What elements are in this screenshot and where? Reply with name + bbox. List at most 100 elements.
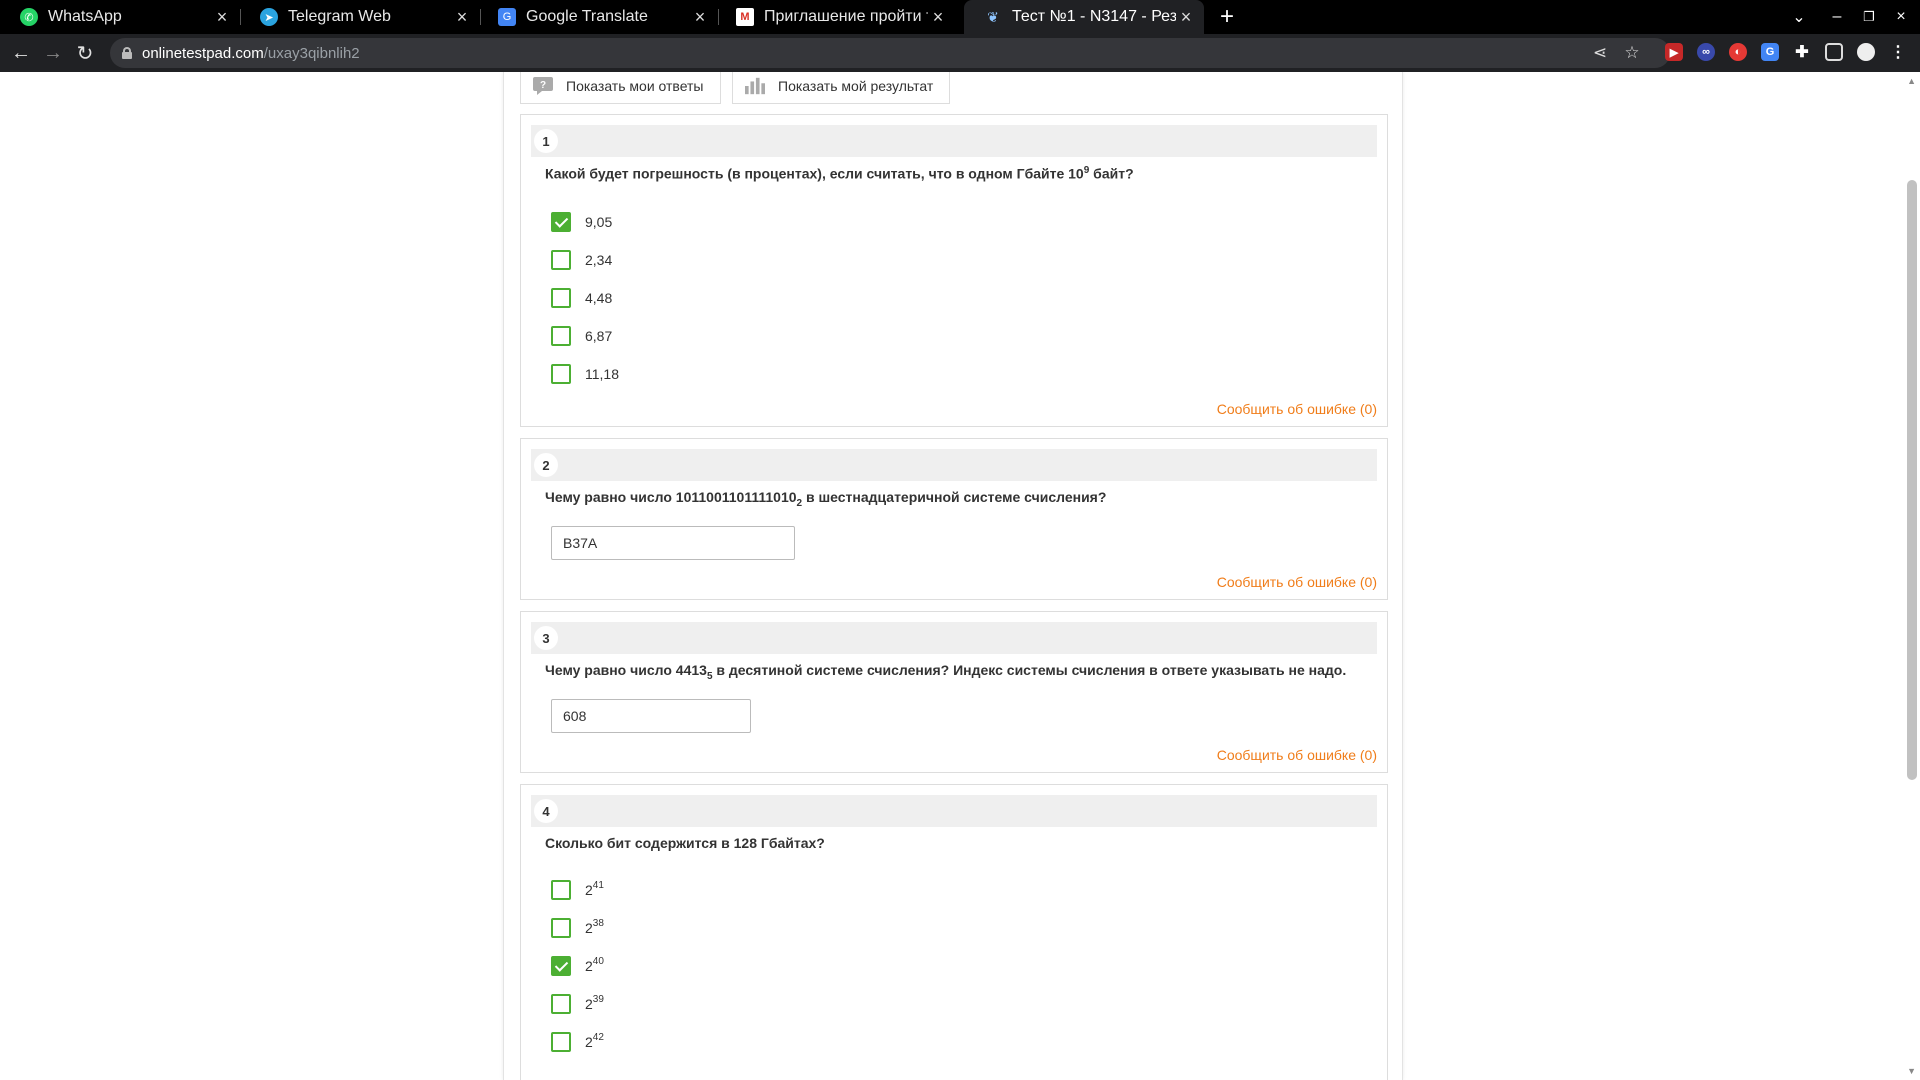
restore-icon[interactable]: ❐ bbox=[1856, 4, 1882, 30]
minimize-icon[interactable]: – bbox=[1824, 4, 1850, 30]
option-exponent: 39 bbox=[592, 993, 604, 1005]
question-1: 1 Какой будет погрешность (в процентах),… bbox=[520, 114, 1388, 427]
test-content: ? Показать мои ответы Показать мой резул… bbox=[503, 72, 1403, 1080]
answer-option[interactable]: 2 38 bbox=[551, 918, 604, 938]
url-path: /uxay3qibnlih2 bbox=[263, 44, 360, 62]
checkbox[interactable] bbox=[551, 288, 571, 308]
option-exponent: 38 bbox=[592, 917, 604, 929]
answer-option[interactable]: 2 40 bbox=[551, 956, 604, 976]
onlinetestpad-icon: ❦ bbox=[987, 8, 999, 25]
checkbox[interactable] bbox=[551, 918, 571, 938]
option-exponent: 41 bbox=[592, 879, 604, 891]
question-text: Чему равно число 44135 в десятиной систе… bbox=[545, 662, 1347, 682]
tab-whatsapp[interactable]: ✆ WhatsApp × bbox=[0, 0, 240, 34]
new-tab-button[interactable]: + bbox=[1213, 3, 1241, 31]
option-label: 4,48 bbox=[585, 290, 613, 306]
checkbox-checked[interactable] bbox=[551, 956, 571, 976]
tab-title: Приглашение пройти те bbox=[764, 8, 928, 25]
question-text: Сколько бит содержится в 128 Гбайтах? bbox=[545, 835, 825, 851]
option-exponent: 42 bbox=[592, 1031, 604, 1043]
extension-translate-icon[interactable]: G bbox=[1761, 43, 1779, 61]
bookmark-star-icon[interactable]: ☆ bbox=[1620, 42, 1644, 64]
answer-field[interactable] bbox=[551, 526, 795, 560]
menu-icon[interactable]: ⋮ bbox=[1889, 43, 1907, 61]
question-number: 3 bbox=[534, 626, 558, 650]
show-result-label: Показать мой результат bbox=[778, 77, 934, 94]
extension-red-icon[interactable]: ▶ bbox=[1665, 43, 1683, 61]
answer-option[interactable]: 11,18 bbox=[551, 364, 619, 384]
option-label: 6,87 bbox=[585, 328, 613, 344]
reload-icon[interactable]: ↻ bbox=[72, 40, 98, 66]
tab-test-result[interactable]: ❦ Тест №1 - N3147 - Резуль × bbox=[964, 0, 1204, 34]
answer-option[interactable]: 6,87 bbox=[551, 326, 612, 346]
checkbox[interactable] bbox=[551, 994, 571, 1014]
lock-icon bbox=[122, 47, 132, 59]
question-4: 4 Сколько бит содержится в 128 Гбайтах? … bbox=[520, 784, 1388, 1080]
report-error-link[interactable]: Сообщить об ошибке (0) bbox=[1217, 401, 1377, 417]
option-label: 11,18 bbox=[585, 366, 619, 382]
report-error-link[interactable]: Сообщить об ошибке (0) bbox=[1217, 574, 1377, 590]
question-icon: ? bbox=[533, 76, 553, 95]
forward-icon[interactable]: → bbox=[40, 40, 66, 66]
question-number: 2 bbox=[534, 453, 558, 477]
answer-option[interactable]: 2,34 bbox=[551, 250, 612, 270]
whatsapp-icon: ✆ bbox=[20, 8, 38, 26]
svg-text:?: ? bbox=[540, 80, 546, 91]
profile-avatar[interactable] bbox=[1857, 43, 1875, 61]
tab-google-translate[interactable]: G Google Translate × bbox=[478, 0, 718, 34]
scroll-up-icon[interactable]: ▲ bbox=[1907, 76, 1916, 86]
report-error-link[interactable]: Сообщить об ошибке (0) bbox=[1217, 747, 1377, 763]
address-bar[interactable]: onlinetestpad.com/uxay3qibnlih2 ⋖ ☆ bbox=[110, 38, 1670, 68]
extensions-puzzle-icon[interactable]: ✚ bbox=[1793, 43, 1811, 61]
close-tab-icon[interactable]: × bbox=[212, 7, 232, 28]
tab-telegram[interactable]: ➤ Telegram Web × bbox=[240, 0, 480, 34]
checkbox[interactable] bbox=[551, 880, 571, 900]
checkbox-checked[interactable] bbox=[551, 212, 571, 232]
page-viewport: ? Показать мои ответы Показать мой резул… bbox=[0, 72, 1920, 1080]
tab-gmail[interactable]: M Приглашение пройти те × bbox=[716, 0, 956, 34]
show-result-button[interactable]: Показать мой результат bbox=[732, 72, 951, 104]
back-icon[interactable]: ← bbox=[8, 40, 34, 66]
bar-chart-icon bbox=[745, 77, 765, 94]
tab-title: Google Translate bbox=[526, 8, 648, 25]
checkbox[interactable] bbox=[551, 326, 571, 346]
option-label: 9,05 bbox=[585, 214, 613, 230]
tab-search-icon[interactable]: ⌄ bbox=[1786, 4, 1812, 30]
checkbox[interactable] bbox=[551, 1032, 571, 1052]
close-tab-icon[interactable]: × bbox=[690, 7, 710, 28]
close-tab-icon[interactable]: × bbox=[452, 7, 472, 28]
plus-icon: + bbox=[1219, 3, 1234, 30]
question-text: Какой будет погрешность (в процентах), е… bbox=[545, 165, 1134, 182]
answer-option[interactable]: 9,05 bbox=[551, 212, 612, 232]
question-header: 1 bbox=[531, 125, 1377, 157]
answer-option[interactable]: 2 41 bbox=[551, 880, 604, 900]
scrollbar-thumb[interactable] bbox=[1907, 180, 1917, 780]
question-header: 2 bbox=[531, 449, 1377, 481]
option-base: 2 bbox=[585, 920, 593, 936]
close-tab-icon[interactable]: × bbox=[1176, 7, 1196, 28]
question-number: 1 bbox=[534, 129, 558, 153]
close-tab-icon[interactable]: × bbox=[928, 7, 948, 28]
tab-title: Telegram Web bbox=[288, 8, 391, 25]
scroll-down-icon[interactable]: ▼ bbox=[1907, 1066, 1916, 1076]
answer-field[interactable] bbox=[551, 699, 751, 733]
checkbox[interactable] bbox=[551, 364, 571, 384]
tab-title: Тест №1 - N3147 - Резуль bbox=[1012, 8, 1176, 25]
answer-option[interactable]: 2 42 bbox=[551, 1032, 604, 1052]
extension-blue-icon[interactable]: ∞ bbox=[1697, 43, 1715, 61]
show-answers-button[interactable]: ? Показать мои ответы bbox=[520, 72, 721, 104]
tab-title: WhatsApp bbox=[48, 8, 122, 25]
side-panel-icon[interactable] bbox=[1825, 43, 1843, 61]
option-base: 2 bbox=[585, 882, 593, 898]
question-text: Чему равно число 10110011011110102 в шес… bbox=[545, 489, 1107, 509]
share-icon[interactable]: ⋖ bbox=[1588, 42, 1612, 64]
close-window-icon[interactable]: × bbox=[1888, 4, 1914, 30]
google-translate-icon: G bbox=[498, 8, 516, 26]
answer-option[interactable]: 2 39 bbox=[551, 994, 604, 1014]
show-answers-label: Показать мои ответы bbox=[566, 77, 704, 94]
answer-option[interactable]: 4,48 bbox=[551, 288, 612, 308]
option-base: 2 bbox=[585, 1034, 593, 1050]
extension-color-icon[interactable]: ◐ bbox=[1729, 43, 1747, 61]
option-base: 2 bbox=[585, 958, 593, 974]
checkbox[interactable] bbox=[551, 250, 571, 270]
